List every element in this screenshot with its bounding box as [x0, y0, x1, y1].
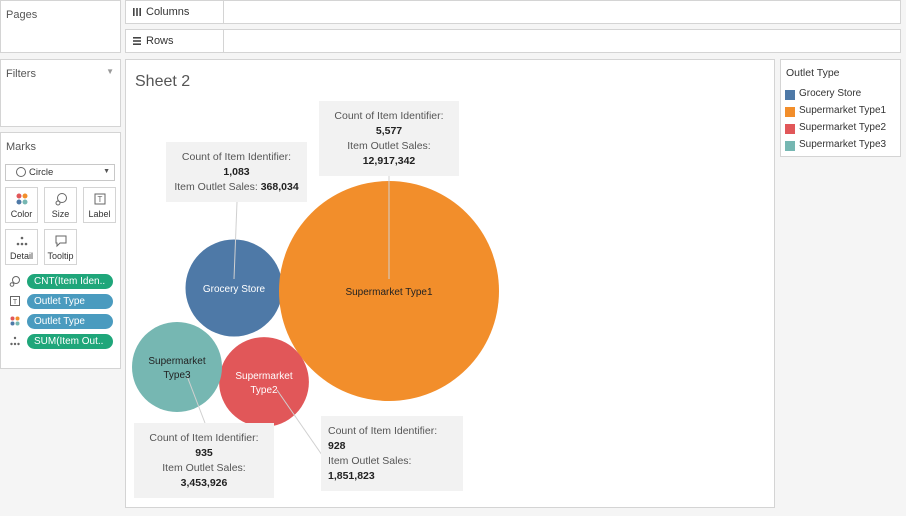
annotation-sales-label: Item Outlet Sales: — [328, 455, 412, 467]
tooltip-button-label: Tooltip — [47, 251, 74, 261]
legend-label: Supermarket Type2 — [799, 122, 887, 133]
annotation-sales-value: 12,917,342 — [362, 155, 416, 167]
circle-mark-icon — [16, 167, 26, 177]
color-button[interactable]: Color — [5, 187, 38, 223]
annotation-count-label: Count of Item Identifier: — [328, 425, 438, 437]
detail-button-label: Detail — [9, 251, 33, 261]
filters-dropdown-icon[interactable]: ▼ — [106, 67, 114, 76]
rows-label: Rows — [146, 35, 174, 47]
outlet-type-label-pill[interactable]: Outlet Type — [27, 294, 113, 309]
annotation-count-label: Count of Item Identifier: — [181, 151, 292, 163]
size-button-label: Size — [51, 209, 70, 219]
marks-title: Marks — [6, 141, 36, 153]
label-icon: T — [84, 192, 115, 209]
detail-icon — [9, 335, 21, 347]
annotation-grocery-store: Count of Item Identifier: 1,083 Item Out… — [166, 142, 307, 202]
size-icon — [45, 192, 76, 209]
annotation-sales-value: 1,851,823 — [328, 470, 375, 482]
annotation-supermarket-type1: Count of Item Identifier: 5,577 Item Out… — [319, 101, 459, 176]
sum-item-outlet-sales-pill[interactable]: SUM(Item Out.. — [27, 334, 113, 349]
filters-title: Filters — [6, 68, 36, 80]
tooltip-button[interactable]: Tooltip — [44, 229, 77, 265]
sheet-title: Sheet 2 — [135, 73, 191, 90]
annotation-sales-label: Item Outlet Sales: — [174, 181, 258, 193]
annotation-sales-value: 368,034 — [260, 181, 299, 193]
detail-icon — [6, 234, 37, 251]
annotation-count-value: 5,577 — [375, 125, 403, 137]
annotation-sales-label: Item Outlet Sales: — [162, 462, 246, 474]
outlet-type-color-pill[interactable]: Outlet Type — [27, 314, 113, 329]
annotation-count-value: 935 — [195, 447, 213, 459]
pages-title: Pages — [6, 9, 38, 21]
color-button-label: Color — [10, 209, 33, 219]
cnt-item-identifier-pill[interactable]: CNT(Item Iden.. — [27, 274, 113, 289]
columns-label: Columns — [146, 6, 190, 18]
label-button-label: Label — [88, 209, 111, 219]
tooltip-icon — [45, 234, 76, 251]
color-icon — [9, 315, 21, 327]
annotation-count-label: Count of Item Identifier: — [334, 110, 444, 122]
label-icon: T — [9, 295, 21, 307]
rows-shelf[interactable]: Rows — [125, 29, 901, 53]
marks-card: Marks Circle ▼ Color Size T Label Detail… — [0, 132, 121, 369]
label-button[interactable]: T Label — [83, 187, 116, 223]
color-icon — [6, 192, 37, 209]
annotation-supermarket-type3: Count of Item Identifier: 935 Item Outle… — [134, 423, 274, 498]
columns-icon — [132, 7, 142, 20]
legend-swatch — [785, 141, 795, 151]
annotation-supermarket-type2: Count of Item Identifier: 928 Item Outle… — [321, 416, 463, 491]
legend-label: Supermarket Type1 — [799, 105, 887, 116]
chevron-down-icon: ▼ — [103, 168, 110, 175]
legend-label: Grocery Store — [799, 88, 862, 99]
legend-swatch — [785, 107, 795, 117]
annotation-sales-value: 3,453,926 — [180, 477, 228, 489]
svg-text:T: T — [97, 195, 102, 204]
annotation-sales-label: Item Outlet Sales: — [347, 140, 431, 152]
legend-title: Outlet Type — [786, 67, 840, 79]
mark-type-dropdown[interactable]: Circle ▼ — [5, 164, 115, 181]
legend-swatch — [785, 124, 795, 134]
size-button[interactable]: Size — [44, 187, 77, 223]
annotation-count-value: 1,083 — [223, 166, 250, 178]
rows-icon — [132, 36, 142, 49]
detail-button[interactable]: Detail — [5, 229, 38, 265]
legend-swatch — [785, 90, 795, 100]
annotation-count-label: Count of Item Identifier: — [149, 432, 259, 444]
pages-card: Pages — [0, 0, 121, 53]
size-icon — [9, 275, 21, 287]
columns-shelf[interactable]: Columns — [125, 0, 901, 24]
annotation-count-value: 928 — [328, 440, 346, 452]
legend-card: Outlet Type Grocery Store Supermarket Ty… — [780, 59, 901, 157]
mark-type-label: Circle — [29, 167, 54, 178]
filters-card[interactable]: Filters ▼ — [0, 59, 121, 127]
legend-label: Supermarket Type3 — [799, 139, 887, 150]
svg-text:T: T — [13, 299, 18, 306]
